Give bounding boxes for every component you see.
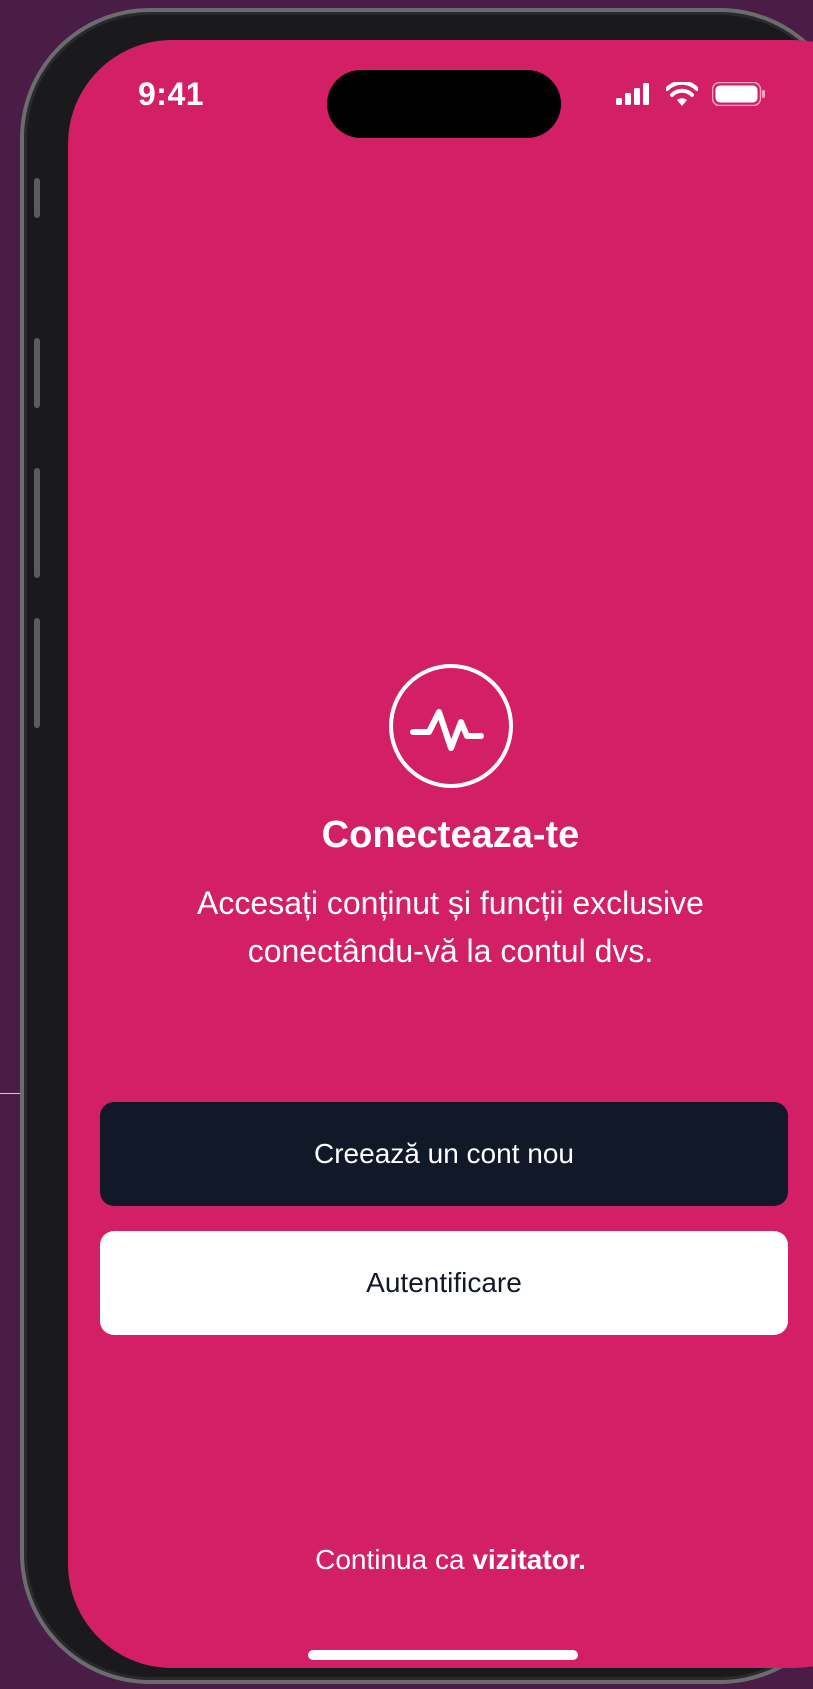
- cellular-signal-icon: [616, 83, 652, 110]
- guest-link[interactable]: vizitator.: [472, 1544, 586, 1575]
- login-label: Autentificare: [366, 1267, 522, 1298]
- mute-switch: [34, 178, 40, 218]
- guest-prefix: Continua ca: [315, 1544, 473, 1575]
- battery-icon: [711, 81, 766, 111]
- activity-pulse-icon: [409, 709, 484, 751]
- create-account-label: Creează un cont nou: [314, 1138, 574, 1169]
- login-button[interactable]: Autentificare: [100, 1231, 788, 1335]
- app-logo: [388, 664, 513, 788]
- hero-section: Conecteaza-te Accesați conținut și funcț…: [68, 664, 813, 975]
- continue-as-guest[interactable]: Continua ca vizitator.: [68, 1544, 813, 1576]
- page-title: Conecteaza-te: [321, 814, 580, 856]
- status-icons: [616, 80, 766, 111]
- page-subtitle: Accesați conținut și funcții exclusive c…: [197, 885, 704, 969]
- create-account-button[interactable]: Creează un cont nou: [100, 1102, 788, 1206]
- wifi-icon: [665, 80, 699, 111]
- dynamic-island: [327, 70, 561, 138]
- side-button: [34, 618, 40, 728]
- volume-up-button: [34, 338, 40, 408]
- volume-down-button: [34, 468, 40, 578]
- phone-frame: 9:41 Conecteaza-te Accesați conținut și …: [20, 8, 813, 1684]
- app-stage: 9:41 Conecteaza-te Accesați conținut și …: [0, 0, 813, 1689]
- status-time: 9:41: [138, 76, 205, 112]
- app-screen: 9:41 Conecteaza-te Accesați conținut și …: [68, 40, 813, 1668]
- home-indicator[interactable]: [308, 1650, 578, 1660]
